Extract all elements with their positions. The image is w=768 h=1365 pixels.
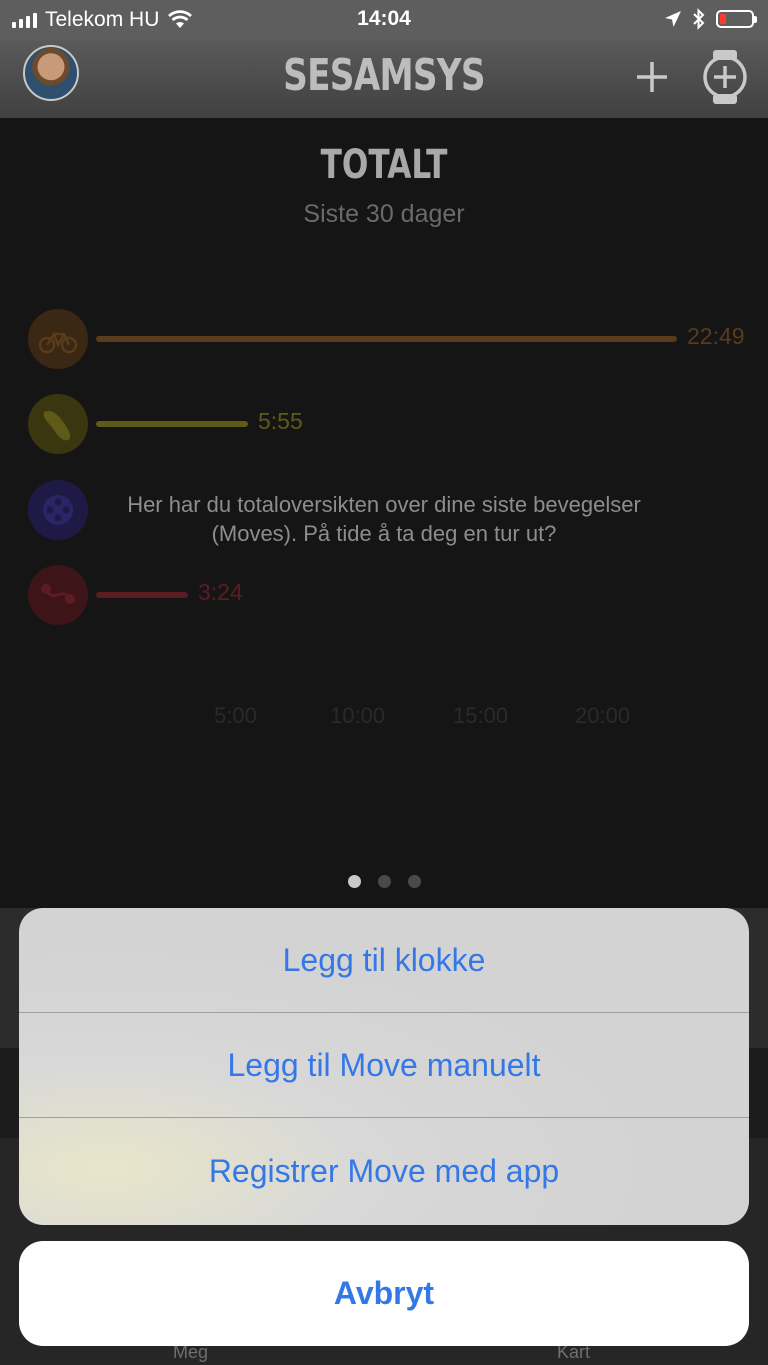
- add-watch-icon[interactable]: [700, 48, 750, 106]
- page-dot[interactable]: [347, 875, 361, 888]
- page-dot[interactable]: [377, 875, 391, 888]
- add-watch-option[interactable]: Legg til klokke: [19, 908, 749, 1013]
- axis-label: 5:00: [214, 703, 257, 728]
- summary-panel: TOTALT Siste 30 dager 22:49 5:55 3:24 He…: [0, 118, 768, 908]
- activity-row-route: 3:24: [28, 565, 758, 625]
- axis-label: 15:00: [453, 703, 509, 728]
- page-indicator[interactable]: [0, 875, 768, 888]
- activity-bar: [96, 336, 677, 342]
- register-move-app-option[interactable]: Registrer Move med app: [19, 1118, 749, 1225]
- axis-label: 10:00: [330, 703, 386, 728]
- battery-icon: [716, 10, 757, 28]
- activity-value: 22:49: [687, 323, 745, 349]
- location-arrow-icon: [665, 11, 681, 27]
- hint-line: Her har du totaloversikten over dine sis…: [127, 492, 641, 517]
- activity-bar: [96, 421, 248, 427]
- status-time: 14:04: [357, 7, 411, 30]
- bicycle-icon: [28, 309, 88, 369]
- hint-line: (Moves). På tide å ta deg en tur ut?: [211, 521, 557, 546]
- page-title: TOTALT: [320, 142, 448, 188]
- action-sheet: Legg til klokke Legg til Move manuelt Re…: [19, 908, 749, 1225]
- nav-bar: SESAMSYS: [0, 40, 768, 118]
- activity-value: 3:24: [198, 579, 243, 605]
- add-move-manual-option[interactable]: Legg til Move manuelt: [19, 1013, 749, 1118]
- plus-icon[interactable]: [632, 57, 672, 97]
- avatar[interactable]: [23, 45, 79, 101]
- axis-label: 20:00: [575, 703, 631, 728]
- app-brand: SESAMSYS: [283, 50, 485, 101]
- activity-row-walk: 5:55: [28, 394, 758, 454]
- bluetooth-icon: [693, 8, 705, 30]
- cancel-button[interactable]: Avbryt: [19, 1241, 749, 1346]
- route-icon: [28, 565, 88, 625]
- overview-hint: Her har du totaloversikten over dine sis…: [0, 490, 768, 548]
- shoe-icon: [28, 394, 88, 454]
- page-subtitle: Siste 30 dager: [303, 200, 465, 228]
- activity-bar: [96, 592, 188, 598]
- page-dot[interactable]: [407, 875, 421, 888]
- activity-row-bike: 22:49: [28, 309, 758, 369]
- activity-value: 5:55: [258, 408, 303, 434]
- status-bar: Telekom HU 14:04: [0, 0, 768, 40]
